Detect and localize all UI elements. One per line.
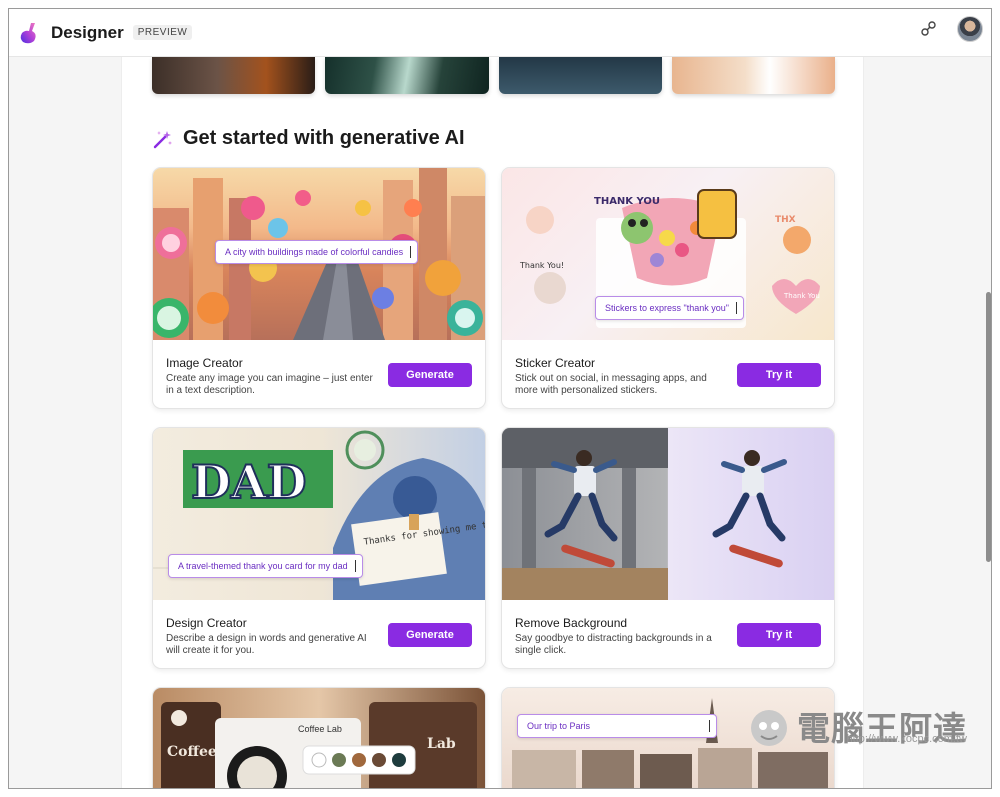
app-title: Designer [51,22,124,42]
dad-art-text: DAD [191,455,306,509]
card-image [502,428,834,600]
card-design-creator[interactable]: DAD Thanks for showing me the world. A t… [152,427,486,669]
coffee-brand-illustration: Coffee Lab Lab [161,702,477,788]
card-title: Design Creator [166,616,247,630]
card-image: THANK YOU Thank You! THX Thank You Stick… [502,168,834,340]
sticker-art-text: Thank You! [519,261,564,270]
generate-button[interactable]: Generate [388,363,472,387]
section-header: Get started with generative AI [152,127,465,150]
designer-logo-icon[interactable] [17,21,41,45]
watermark-mascot-icon [751,710,787,746]
coffee-lab-panel-title: Coffee Lab [298,724,342,734]
card-title: Remove Background [515,616,628,630]
vertical-scrollbar[interactable] [984,57,991,788]
skateboarder-illustration [502,428,787,600]
template-thumbnail-row [152,57,835,94]
template-thumbnail[interactable] [671,57,835,94]
template-thumbnail[interactable] [325,57,489,94]
card-coffee-lab[interactable]: Coffee Lab Lab Coffee Lab [152,687,486,788]
magic-wand-icon [153,130,172,148]
share-icon [921,21,936,36]
card-image: DAD Thanks for showing me the world. A t… [153,428,485,600]
card-remove-background[interactable]: Remove Background Say goodbye to distrac… [501,427,835,669]
card-description: Say goodbye to distracting backgrounds i… [515,633,712,656]
card-title: Sticker Creator [515,356,596,370]
card-image-creator[interactable]: A city with buildings made of colorful c… [152,167,486,409]
sticker-art-text: THANK YOU [594,196,660,207]
preview-badge: PREVIEW [132,25,193,40]
try-it-button[interactable]: Try it [737,623,821,647]
card-sticker-creator[interactable]: THANK YOU Thank You! THX Thank You Stick… [501,167,835,409]
card-title: Image Creator [166,356,243,370]
card-image: Coffee Lab Lab Coffee Lab [153,688,485,788]
card-description: Describe a design in words and generativ… [166,633,367,656]
prompt-input: A city with buildings made of colorful c… [215,240,419,264]
template-thumbnail[interactable] [498,57,662,94]
main-content: Get started with generative AI A city wi… [121,57,864,788]
card-image: A city with buildings made of colorful c… [153,168,485,340]
try-it-button[interactable]: Try it [737,363,821,387]
section-title: Get started with generative AI [183,127,465,149]
window-frame: Designer PREVIEW Get started with genera… [8,8,992,789]
top-bar: Designer PREVIEW [9,9,991,57]
scrollbar-thumb[interactable] [986,292,991,562]
share-button[interactable] [917,17,941,41]
sticker-art-text: THX [775,215,796,225]
prompt-input: Stickers to express "thank you" [595,296,744,320]
user-avatar[interactable] [957,16,983,42]
prompt-input: A travel-themed thank you card for my da… [168,554,363,578]
card-description: Create any image you can imagine – just … [166,373,373,396]
watermark-url: http://www.kocpc.com.tw [846,733,967,745]
prompt-input: Our trip to Paris [517,714,717,738]
card-description: Stick out on social, in messaging apps, … [515,373,707,396]
generate-button[interactable]: Generate [388,623,472,647]
sticker-art-text: Thank You [783,292,820,300]
template-thumbnail[interactable] [152,57,316,94]
coffee-art-text: Lab [427,736,456,752]
